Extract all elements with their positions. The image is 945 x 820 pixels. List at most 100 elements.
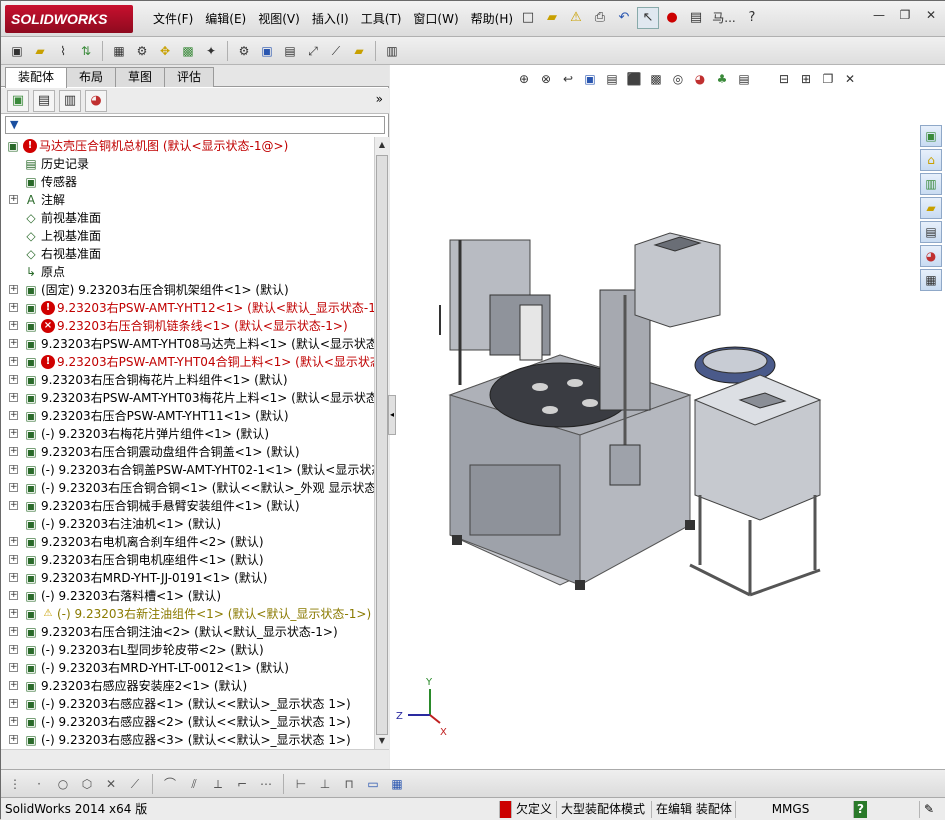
tree-row[interactable]: + ▣ (-) 9.23203右感应器<2> (默认<<默认>_显示状态 1>) <box>1 713 374 731</box>
tree-row[interactable]: + ▣ 9.23203右PSW-AMT-YHT08马达壳上料<1> (默认<显示状态… <box>1 335 374 353</box>
fillet-icon[interactable]: ⌒ <box>160 774 180 794</box>
explode-line-icon[interactable]: ⟋ <box>326 41 346 61</box>
show-hidden-icon[interactable]: ▩ <box>178 41 198 61</box>
relation-icon[interactable]: ⊥ <box>315 774 335 794</box>
expand-toggle-icon[interactable]: + <box>9 339 18 348</box>
print-icon[interactable]: ⎙ <box>589 7 611 29</box>
exploded-view-icon[interactable]: ⤢ <box>303 41 323 61</box>
tree-row[interactable]: + ▣! 9.23203右PSW-AMT-YHT04合铜上料<1> (默认<显示状态… <box>1 353 374 371</box>
corner-icon[interactable]: ⌐ <box>232 774 252 794</box>
scroll-down-icon[interactable]: ▼ <box>375 733 389 749</box>
search-label[interactable]: 马... <box>709 7 739 29</box>
new-document-icon[interactable]: □ <box>517 7 539 29</box>
tree-row[interactable]: + ▣ (-) 9.23203右合铜盖PSW-AMT-YHT02-1<1> (默认<… <box>1 461 374 479</box>
tree-row[interactable]: + ▣ 9.23203右电机离合刹车组件<2> (默认) <box>1 533 374 551</box>
tree-row[interactable]: ▤ 历史记录 <box>1 155 374 173</box>
property-manager-icon[interactable]: ▤ <box>33 89 55 112</box>
tree-row[interactable]: + ▣ 9.23203右压合铜械手悬臂安装组件<1> (默认) <box>1 497 374 515</box>
tree-row[interactable]: + ▣ 9.23203右压合铜震动盘组件合铜盖<1> (默认) <box>1 443 374 461</box>
tab-assembly[interactable]: 装配体 <box>5 67 68 88</box>
tree-row[interactable]: + ▣ (固定) 9.23203右压合铜机架组件<1> (默认) <box>1 281 374 299</box>
close-icon[interactable]: ✕ <box>920 7 942 25</box>
configuration-manager-icon[interactable]: ▥ <box>59 89 81 112</box>
traffic-light-icon[interactable]: ● <box>661 7 683 29</box>
tree-row[interactable]: ▣ 传感器 <box>1 173 374 191</box>
large-assembly-icon[interactable]: ▥ <box>382 41 402 61</box>
tab-evaluate[interactable]: 评估 <box>164 67 215 87</box>
home-icon[interactable]: ⌂ <box>920 149 942 171</box>
tree-row[interactable]: ◇ 上视基准面 <box>1 227 374 245</box>
smart-fasteners-icon[interactable]: ⚙ <box>132 41 152 61</box>
display-manager-icon[interactable]: ◕ <box>85 89 107 112</box>
select-arrow-icon[interactable]: ↖ <box>637 7 659 29</box>
expand-toggle-icon[interactable]: + <box>9 195 18 204</box>
tree-row[interactable]: + ▣ 9.23203右压合铜梅花片上料组件<1> (默认) <box>1 371 374 389</box>
undo-icon[interactable]: ↶ <box>613 7 635 29</box>
mirror-icon[interactable]: ⟂ <box>208 774 228 794</box>
restore-icon[interactable]: ❐ <box>894 7 916 25</box>
file-explorer-icon[interactable]: ▰ <box>920 197 942 219</box>
tree-row[interactable]: + ▣ (-) 9.23203右压合铜合铜<1> (默认<<默认>_外观 显示状态>… <box>1 479 374 497</box>
tab-sketch[interactable]: 草图 <box>115 67 166 87</box>
expand-toggle-icon[interactable]: + <box>9 483 18 492</box>
display-relations-icon[interactable]: ⊓ <box>339 774 359 794</box>
options-icon[interactable]: ▤ <box>685 7 707 29</box>
tree-row[interactable]: + ▣ (-) 9.23203右L型同步轮皮带<2> (默认) <box>1 641 374 659</box>
expand-toggle-icon[interactable]: + <box>9 465 18 474</box>
tree-row[interactable]: + ▣ (-) 9.23203右感应器<1> (默认<<默认>_显示状态 1>) <box>1 695 374 713</box>
scrollbar-thumb[interactable] <box>376 155 388 735</box>
tree-row[interactable]: ▣ (-) 9.23203右注油机<1> (默认) <box>1 515 374 533</box>
tree-row[interactable]: ◇ 前视基准面 <box>1 209 374 227</box>
component-pattern-icon[interactable]: ▦ <box>109 41 129 61</box>
menu-item[interactable]: 编辑(E) <box>199 10 252 28</box>
expand-toggle-icon[interactable]: + <box>9 717 18 726</box>
expand-toggle-icon[interactable]: + <box>9 735 18 744</box>
instant3d-icon[interactable]: ▰ <box>349 41 369 61</box>
minimize-icon[interactable]: — <box>868 7 890 25</box>
tree-row[interactable]: + ▣ 9.23203右压合铜电机座组件<1> (默认) <box>1 551 374 569</box>
assembly-features-icon[interactable]: ✦ <box>201 41 221 61</box>
tree-vertical-scrollbar[interactable]: ▲ ▼ <box>374 137 389 749</box>
expand-toggle-icon[interactable]: + <box>9 393 18 402</box>
tree-row[interactable]: ↳ 原点 <box>1 263 374 281</box>
expand-toggle-icon[interactable]: + <box>9 375 18 384</box>
expand-toggle-icon[interactable]: + <box>9 699 18 708</box>
assembly-icon[interactable]: ▣ <box>7 41 27 61</box>
expand-toggle-icon[interactable]: + <box>9 501 18 510</box>
tab-layout[interactable]: 布局 <box>66 67 117 87</box>
menu-item[interactable]: 视图(V) <box>252 10 306 28</box>
mate-icon[interactable]: ⇅ <box>76 41 96 61</box>
tree-row[interactable]: + ▣ 9.23203右MRD-YHT-JJ-0191<1> (默认) <box>1 569 374 587</box>
point-icon[interactable]: · <box>29 774 49 794</box>
expand-toggle-icon[interactable]: + <box>9 663 18 672</box>
scroll-up-icon[interactable]: ▲ <box>375 137 389 153</box>
tree-row[interactable]: + ▣ 9.23203右PSW-AMT-YHT03梅花片上料<1> (默认<显示状态… <box>1 389 374 407</box>
expand-toggle-icon[interactable]: + <box>9 555 18 564</box>
expand-toggle-icon[interactable]: + <box>9 645 18 654</box>
menu-item[interactable]: 窗口(W) <box>407 10 464 28</box>
move-component-icon[interactable]: ✥ <box>155 41 175 61</box>
expand-toggle-icon[interactable]: + <box>9 411 18 420</box>
menu-item[interactable]: 文件(F) <box>147 10 199 28</box>
tree-row[interactable]: + ▣ 9.23203右压合PSW-AMT-YHT11<1> (默认) <box>1 407 374 425</box>
tree-row[interactable]: + ▣ 9.23203右压合铜注油<2> (默认<默认_显示状态-1>) <box>1 623 374 641</box>
tree-row[interactable]: + ▣ (-) 9.23203右MRD-YHT-LT-0012<1> (默认) <box>1 659 374 677</box>
paperclip-icon[interactable]: ⌇ <box>53 41 73 61</box>
dimension-icon[interactable]: ⊢ <box>291 774 311 794</box>
table-icon[interactable]: ▦ <box>387 774 407 794</box>
tree-row[interactable]: ▣! 马达壳压合铜机总机图 (默认<显示状态-1@>) <box>1 137 374 155</box>
tree-row[interactable]: + A 注解 <box>1 191 374 209</box>
menu-item[interactable]: 帮助(H) <box>465 10 519 28</box>
appearances-icon[interactable]: ◕ <box>920 245 942 267</box>
tree-filter[interactable]: ▼ <box>5 116 385 134</box>
offset-icon[interactable]: ⫽ <box>184 774 204 794</box>
reference-geometry-icon[interactable]: ⚙ <box>234 41 254 61</box>
expand-toggle-icon[interactable]: + <box>9 591 18 600</box>
graphics-area[interactable]: ⊕ ⊗ ↩ ▣ ▤ ⬛ ▩ ◎ ◕ ♣ ▤ ⊟ ⊞ ❐ ✕ ◂ Y Z X ▣ … <box>388 65 945 769</box>
tree-row[interactable]: + ▣ (-) 9.23203右梅花片弹片组件<1> (默认) <box>1 425 374 443</box>
circle-icon[interactable]: ○ <box>53 774 73 794</box>
view-palette-icon[interactable]: ▤ <box>920 221 942 243</box>
construction-icon[interactable]: ⋯ <box>256 774 276 794</box>
expand-toggle-icon[interactable]: + <box>9 429 18 438</box>
rebuild-indicator-icon[interactable] <box>499 801 511 818</box>
